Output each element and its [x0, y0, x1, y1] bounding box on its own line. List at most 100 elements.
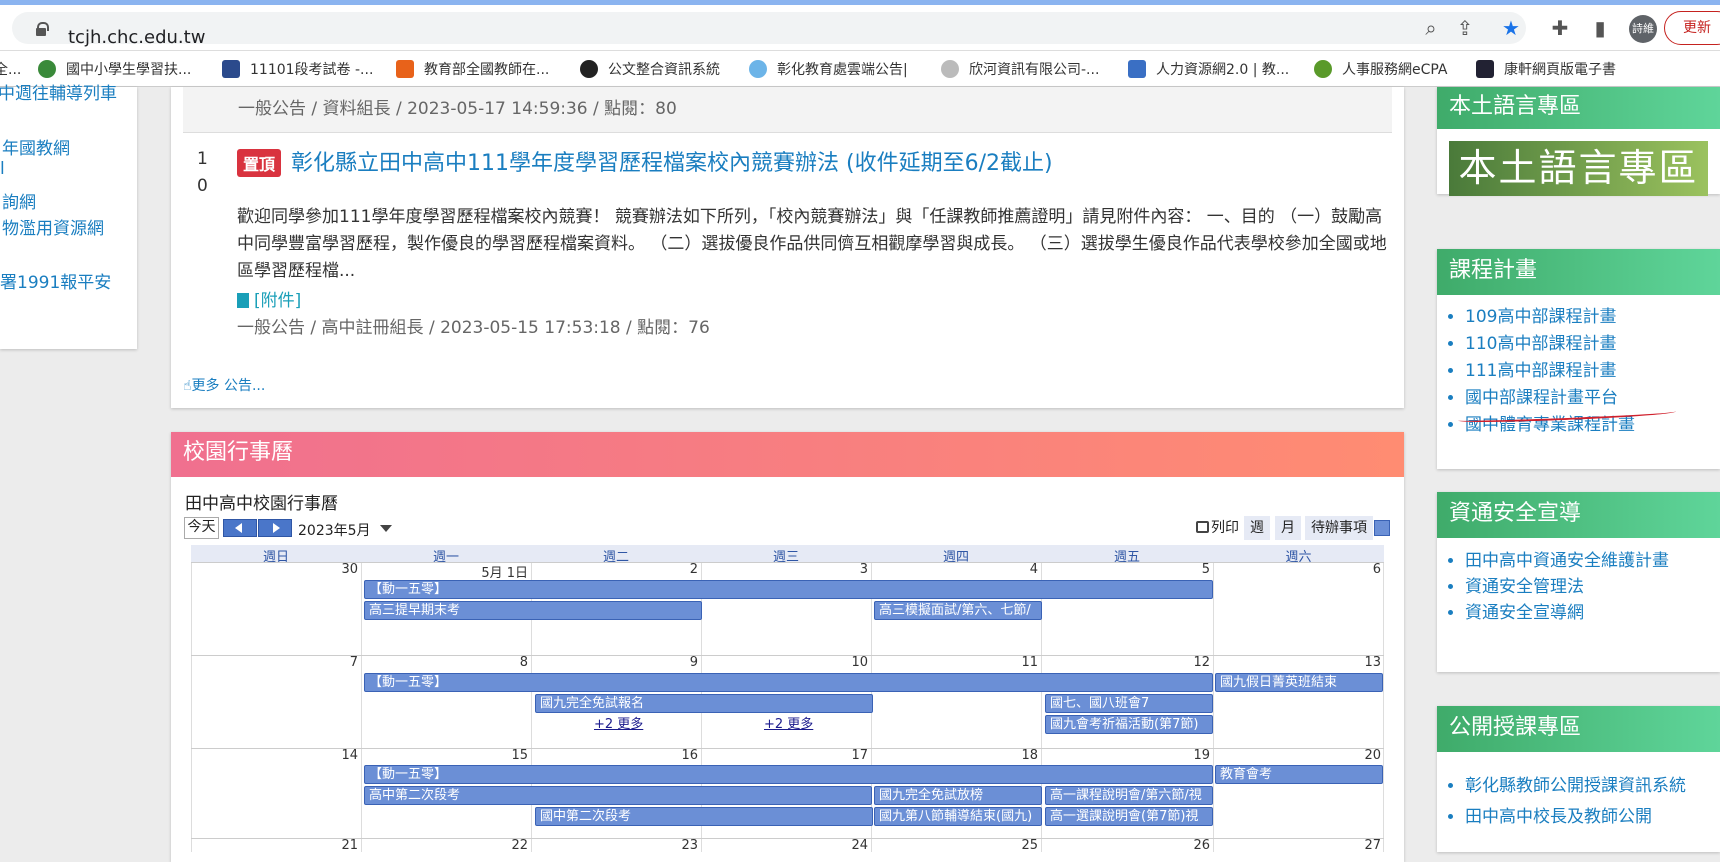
announcement-title-link[interactable]: 彰化縣立田中高中111學年度學習歷程檔案校內競賽辦法 (收件延期至6/2截止) [291, 145, 1053, 177]
course-plan-link[interactable]: 國中部課程計畫平台 [1465, 385, 1635, 412]
share-icon[interactable]: ⇪ [1452, 15, 1478, 41]
agenda-view-tab[interactable]: 待辦事項 [1305, 516, 1373, 540]
date-number: 8 [519, 655, 528, 670]
date-number: 21 [341, 838, 358, 853]
bookmark-favicon-icon [222, 60, 240, 78]
zoom-icon[interactable]: ⌕ [1418, 15, 1444, 41]
view-dropdown-icon[interactable] [1374, 520, 1390, 536]
more-events-link[interactable]: +2 更多 [764, 713, 813, 732]
hand-pointer-icon: ☝ [183, 378, 192, 394]
announcements-card: 一般公告 / 資料組長 / 2023-05-17 14:59:36 / 點閱：8… [171, 87, 1404, 408]
prev-month-button[interactable] [223, 519, 257, 537]
day-header: 週四 [942, 550, 969, 565]
url-box[interactable]: tcjh.chc.edu.tw [12, 12, 1526, 48]
bookmark-item[interactable]: 人力資源網2.0 | 教... [1128, 59, 1289, 79]
bookmark-favicon-icon [1128, 60, 1146, 78]
date-number: 11 [1021, 655, 1038, 670]
left-link[interactable]: 中週往輔導列車 [0, 79, 117, 104]
bookmark-item[interactable]: 欣河資訊有限公司-... [941, 59, 1099, 79]
date-number: 22 [511, 838, 528, 853]
calendar-event[interactable]: 高三提早期末考 [364, 601, 702, 620]
date-number: 25 [1021, 838, 1038, 853]
date-number: 23 [681, 838, 698, 853]
calendar-title: 田中高中校園行事曆 [185, 494, 338, 514]
calendar-event[interactable]: 國九會考祈福活動(第7節) [1045, 715, 1213, 734]
calendar-event[interactable]: 高一課程說明會/第六節/視 [1045, 786, 1213, 805]
bookmark-item[interactable]: 11101段考試卷 -... [222, 59, 373, 79]
attachment-link[interactable]: [附件] [237, 286, 301, 311]
bookmark-item[interactable]: 彰化教育處雲端公告| [749, 59, 908, 79]
current-month: 2023年5月 [298, 523, 371, 539]
calendar-event[interactable]: 高中第二次段考 [364, 786, 872, 805]
announcement-body: 歡迎同學參加111學年度學習歷程檔案校內競賽！ 競賽辦法如下所列，「校內競賽辦法… [237, 207, 1387, 281]
week-view-tab[interactable]: 週 [1244, 516, 1270, 540]
month-view-tab[interactable]: 月 [1275, 516, 1301, 540]
calendar-event[interactable]: 國九完全免試報名 [535, 694, 873, 713]
arrow-left-icon [235, 523, 242, 533]
course-plan-card: 課程計畫 109高中部課程計畫 110高中部課程計畫 111高中部課程計畫 國中… [1437, 249, 1720, 469]
open-class-list: 彰化縣教師公開授課資訊系統 田中高中校長及教師公開 [1449, 771, 1704, 833]
bookmark-item[interactable]: 教育部全國教師在... [396, 59, 549, 79]
sidepanel-icon[interactable]: ▮ [1587, 15, 1613, 41]
bookmark-favicon-icon [1314, 60, 1332, 78]
next-month-button[interactable] [258, 519, 292, 537]
open-class-link[interactable]: 田中高中校長及教師公開 [1465, 802, 1704, 833]
date-number: 3 [859, 562, 868, 577]
calendar-event[interactable]: 國九假日菁英班結束 [1215, 673, 1383, 692]
left-link[interactable]: 署1991報平安 [0, 268, 111, 293]
bookmark-favicon-icon [396, 60, 414, 78]
calendar-event[interactable]: 高三模擬面試/第六、七節/ [874, 601, 1042, 620]
more-announcements-link[interactable]: ☝更多 公告... [183, 375, 265, 395]
calendar-event[interactable]: 【動一五零】 [364, 580, 1213, 599]
print-button[interactable]: 列印 [1190, 516, 1245, 540]
date-number: 24 [851, 838, 868, 853]
left-link[interactable]: 物濫用資源網 [2, 214, 104, 239]
calendar-event[interactable]: 國九第八節輔導結束(國九) [874, 807, 1042, 826]
day-header: 週六 [1285, 550, 1312, 565]
profile-avatar[interactable]: 詩維 [1629, 15, 1657, 43]
date-number: 13 [1364, 655, 1381, 670]
bookmark-item[interactable]: 人事服務網eCPA [1314, 59, 1448, 79]
calendar-event[interactable]: 【動一五零】 [364, 765, 1213, 784]
month-dropdown-icon[interactable] [380, 525, 392, 532]
open-class-link[interactable]: 彰化縣教師公開授課資訊系統 [1465, 771, 1704, 802]
native-language-banner[interactable]: 本土語言專區 [1449, 141, 1708, 196]
course-plan-link[interactable]: 111高中部課程計畫 [1465, 358, 1635, 385]
bookmark-item[interactable]: 全... [0, 59, 21, 79]
calendar-event[interactable]: 國中第二次段考 [535, 807, 873, 826]
course-plan-link[interactable]: 109高中部課程計畫 [1465, 304, 1635, 331]
previous-announcement: 一般公告 / 資料組長 / 2023-05-17 14:59:36 / 點閱：8… [183, 87, 1392, 133]
left-link[interactable]: l [0, 159, 5, 179]
printer-icon [1196, 521, 1209, 533]
security-link[interactable]: 資通安全宣導網 [1465, 600, 1704, 626]
security-card: 資通安全宣導 田中高中資通安全維護計畫 資通安全管理法 資通安全宣導網 [1437, 492, 1720, 672]
left-link[interactable]: 詢網 [2, 188, 36, 213]
bookmark-item[interactable]: 公文整合資訊系統 [580, 59, 720, 79]
course-plan-link[interactable]: 110高中部課程計畫 [1465, 331, 1635, 358]
calendar-event[interactable]: 【動一五零】 [364, 673, 1213, 692]
bookmark-item[interactable]: 國中小學生學習扶... [38, 59, 191, 79]
lock-icon[interactable] [36, 22, 49, 36]
today-button[interactable]: 今天 [184, 517, 219, 539]
date-number: 9 [689, 655, 698, 670]
day-header: 週日 [262, 550, 289, 565]
date-number: 10 [851, 655, 868, 670]
calendar-event[interactable]: 高一選課說明會(第7節)視 [1045, 807, 1213, 826]
date-number: 30 [341, 562, 358, 577]
update-button[interactable]: 更新 [1664, 11, 1720, 45]
native-language-card: 本土語言專區 本土語言專區 [1437, 87, 1720, 196]
security-link[interactable]: 田中高中資通安全維護計畫 [1465, 548, 1704, 574]
day-header: 週一 [432, 550, 459, 565]
extensions-icon[interactable]: ✚ [1547, 15, 1573, 41]
url-text[interactable]: tcjh.chc.edu.tw [68, 27, 205, 48]
calendar-event[interactable]: 教育會考 [1215, 765, 1383, 784]
left-link[interactable]: 年國教網 [2, 134, 70, 159]
announcement-meta: 一般公告 / 高中註冊組長 / 2023-05-15 17:53:18 / 點閱… [237, 318, 710, 338]
security-link[interactable]: 資通安全管理法 [1465, 574, 1704, 600]
more-events-link[interactable]: +2 更多 [594, 713, 643, 732]
bookmark-item[interactable]: 康軒網頁版電子書 [1476, 59, 1616, 79]
calendar-event[interactable]: 國九完全免試放榜 [874, 786, 1042, 805]
bookmark-star-icon[interactable]: ★ [1498, 15, 1524, 41]
calendar-event[interactable]: 國七、國八班會7 [1045, 694, 1213, 713]
arrow-right-icon [273, 523, 280, 533]
